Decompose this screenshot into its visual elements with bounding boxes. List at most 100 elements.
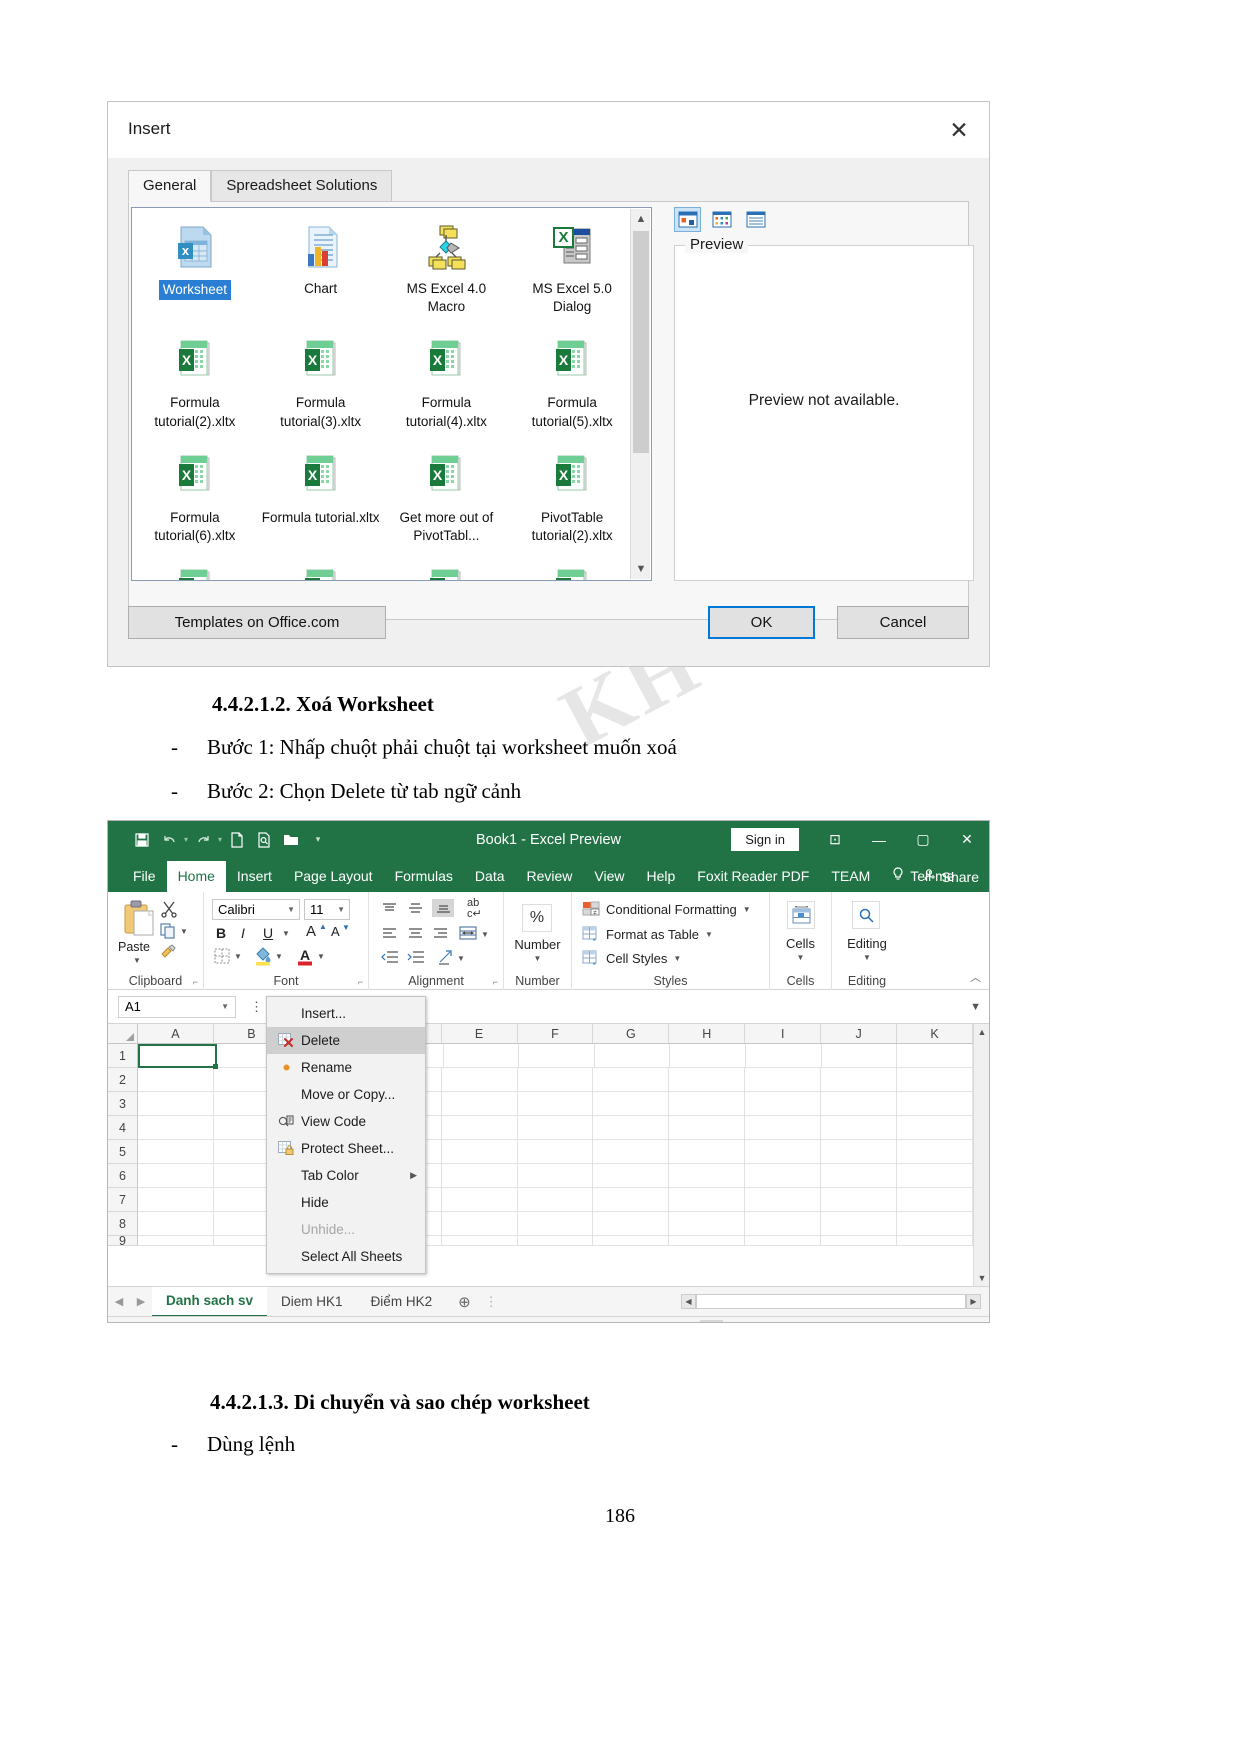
font-name-input[interactable]: Calibri ▼ (212, 899, 300, 920)
previous-sheet-icon[interactable]: ◀ (108, 1295, 130, 1308)
cut-icon[interactable] (160, 900, 178, 923)
collapse-ribbon-icon[interactable]: ︿ (970, 969, 981, 985)
normal-view-icon[interactable] (699, 1320, 723, 1322)
cell-g3[interactable] (593, 1092, 670, 1116)
align-bottom-icon[interactable] (432, 899, 454, 917)
cell-k2[interactable] (897, 1068, 973, 1092)
template-item-formula-tutorial-6[interactable]: X Formula tutorial(6).xltx (132, 437, 258, 545)
cell-g6[interactable] (593, 1164, 670, 1188)
maximize-icon[interactable]: ▢ (901, 821, 945, 858)
cell-e2[interactable] (441, 1068, 518, 1092)
cell-i4[interactable] (745, 1116, 822, 1140)
font-size-input[interactable]: 11 ▼ (304, 899, 350, 920)
cell-i5[interactable] (745, 1140, 822, 1164)
cells-dropdown-icon[interactable]: ▼ (770, 953, 831, 962)
close-icon[interactable]: ✕ (945, 821, 989, 858)
cell-k4[interactable] (897, 1116, 973, 1140)
context-menu-item-move-or-copy[interactable]: Move or Copy... (267, 1081, 425, 1108)
column-header-e[interactable]: E (441, 1024, 518, 1043)
zoom-in-button[interactable]: + (926, 1322, 934, 1323)
cell-e7[interactable] (441, 1188, 518, 1212)
cell-k9[interactable] (897, 1236, 973, 1246)
cell-k3[interactable] (897, 1092, 973, 1116)
cell-a4[interactable] (138, 1116, 214, 1140)
cell-g7[interactable] (593, 1188, 670, 1212)
context-menu-item-select-all-sheets[interactable]: Select All Sheets (267, 1243, 425, 1270)
align-top-icon[interactable] (381, 901, 398, 920)
cell-i7[interactable] (745, 1188, 822, 1212)
template-item-partial[interactable]: X (132, 551, 258, 580)
sheet-tab-diem-hk1[interactable]: Diem HK1 (267, 1287, 357, 1317)
cell-k7[interactable] (897, 1188, 973, 1212)
row-header-9[interactable]: 9 (108, 1236, 138, 1246)
cell-j2[interactable] (821, 1068, 898, 1092)
cell-f9[interactable] (517, 1236, 594, 1246)
decrease-font-size-button[interactable]: A (331, 924, 340, 939)
row-header-4[interactable]: 4 (108, 1116, 138, 1140)
paste-icon[interactable] (122, 900, 156, 943)
editing-find-icon[interactable] (852, 901, 880, 929)
template-item-formula-tutorial-2[interactable]: X Formula tutorial(2).xltx (132, 322, 258, 430)
align-left-icon[interactable] (381, 926, 398, 945)
borders-icon[interactable] (214, 948, 230, 969)
context-menu-item-delete[interactable]: Delete (267, 1027, 425, 1054)
cell-h3[interactable] (669, 1092, 746, 1116)
context-menu-item-insert[interactable]: Insert... (267, 1000, 425, 1027)
scroll-down-icon[interactable]: ▼ (974, 1270, 989, 1286)
borders-dropdown-icon[interactable]: ▼ (234, 952, 242, 961)
copy-dropdown-icon[interactable]: ▼ (180, 927, 188, 936)
cell-i2[interactable] (745, 1068, 822, 1092)
print-preview-icon[interactable] (252, 828, 276, 852)
orientation-icon[interactable] (437, 948, 455, 971)
cell-h9[interactable] (669, 1236, 746, 1246)
cell-a2[interactable] (138, 1068, 214, 1092)
cell-i9[interactable] (745, 1236, 822, 1246)
column-header-j[interactable]: J (821, 1024, 898, 1043)
template-item-partial[interactable]: X (384, 551, 510, 580)
name-box[interactable]: A1 ▼ (118, 995, 236, 1018)
tab-help[interactable]: Help (636, 861, 687, 892)
cell-f4[interactable] (517, 1116, 594, 1140)
cell-j4[interactable] (821, 1116, 898, 1140)
cell-g8[interactable] (593, 1212, 670, 1236)
alignment-dialog-launcher-icon[interactable]: ⌐ (493, 977, 498, 987)
column-header-k[interactable]: K (897, 1024, 973, 1043)
cell-j5[interactable] (821, 1140, 898, 1164)
template-item-formula-tutorial-4[interactable]: X Formula tutorial(4).xltx (384, 322, 510, 430)
increase-font-size-button[interactable]: A (306, 923, 316, 940)
fill-color-dropdown-icon[interactable]: ▼ (275, 952, 283, 961)
tab-page-layout[interactable]: Page Layout (283, 861, 384, 892)
tab-foxit-reader-pdf[interactable]: Foxit Reader PDF (686, 861, 820, 892)
font-color-icon[interactable]: A (296, 946, 314, 971)
align-right-icon[interactable] (432, 926, 449, 945)
cancel-button[interactable]: Cancel (837, 606, 969, 639)
cell-h7[interactable] (669, 1188, 746, 1212)
tab-team[interactable]: TEAM (820, 861, 881, 892)
conditional-formatting-button[interactable]: ≠ Conditional Formatting ▼ (582, 901, 751, 917)
customize-qat-icon[interactable]: ▾ (306, 828, 330, 852)
cell-e9[interactable] (441, 1236, 518, 1246)
tab-home[interactable]: Home (166, 861, 226, 892)
tab-data[interactable]: Data (464, 861, 516, 892)
listbox-scrollbar[interactable]: ▲ ▼ (630, 209, 650, 579)
underline-button[interactable]: U (263, 925, 273, 941)
tab-spreadsheet-solutions[interactable]: Spreadsheet Solutions (211, 170, 393, 202)
row-header-3[interactable]: 3 (108, 1092, 138, 1116)
template-item-partial[interactable]: X (258, 551, 384, 580)
list-view-button[interactable] (742, 207, 769, 232)
cell-i1[interactable] (746, 1044, 822, 1068)
cell-h2[interactable] (669, 1068, 746, 1092)
cell-f2[interactable] (517, 1068, 594, 1092)
row-header-8[interactable]: 8 (108, 1212, 138, 1236)
increase-indent-icon[interactable] (407, 950, 425, 969)
cell-i3[interactable] (745, 1092, 822, 1116)
paste-dropdown-icon[interactable]: ▼ (133, 956, 141, 965)
context-menu-item-protect-sheet[interactable]: Protect Sheet... (267, 1135, 425, 1162)
fill-color-icon[interactable] (254, 946, 272, 971)
cell-j3[interactable] (821, 1092, 898, 1116)
ok-button[interactable]: OK (708, 606, 815, 639)
template-item-formula-tutorial[interactable]: X Formula tutorial.xltx (258, 437, 384, 545)
cell-e8[interactable] (441, 1212, 518, 1236)
cells-icon[interactable] (787, 901, 815, 929)
page-break-preview-icon[interactable] (764, 1320, 787, 1322)
